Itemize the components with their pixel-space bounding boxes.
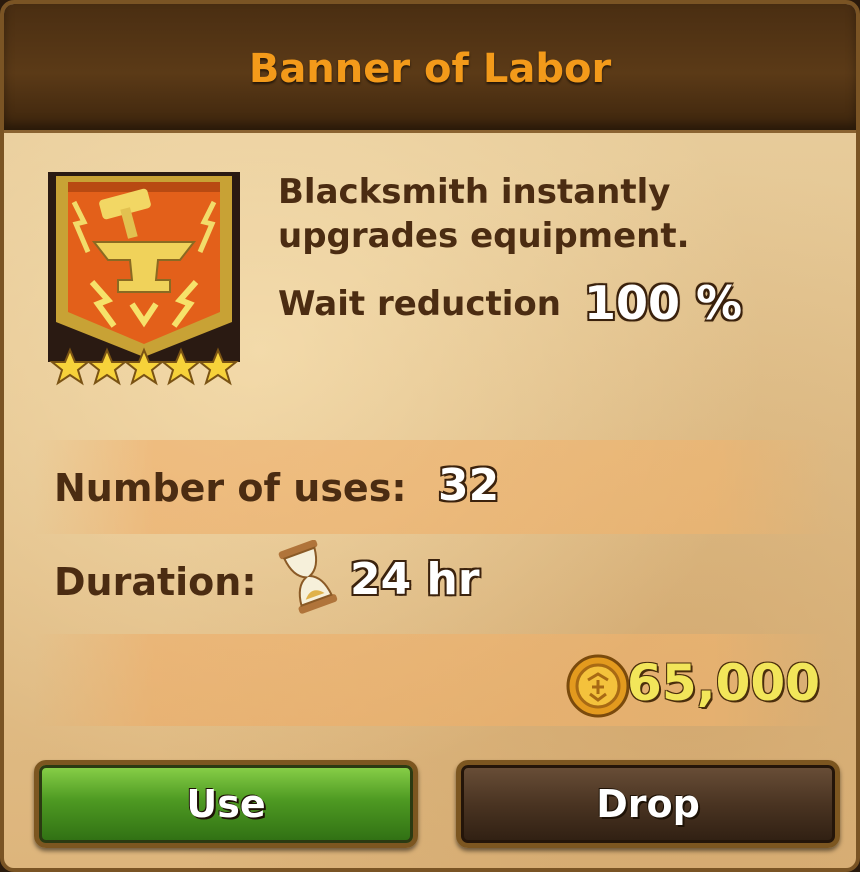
title-bar: Banner of Labor <box>4 4 856 133</box>
duration-label: Duration: <box>54 560 257 604</box>
wait-reduction-label: Wait reduction <box>278 284 561 324</box>
price-value: 65,000 <box>627 654 820 712</box>
duration-value: 24 hr <box>350 554 480 605</box>
hourglass-icon <box>276 539 338 614</box>
description-line-1: Blacksmith instantly <box>278 172 671 212</box>
gold-coin-icon <box>566 654 630 718</box>
uses-label: Number of uses: <box>54 466 407 510</box>
dialog-title: Banner of Labor <box>248 46 612 92</box>
drop-button[interactable]: Drop <box>456 760 840 848</box>
use-button[interactable]: Use <box>34 760 418 848</box>
description-line-2: upgrades equipment. <box>278 216 690 256</box>
item-dialog: Banner of Labor Blacksmith instantly upg… <box>0 0 860 872</box>
banner-anvil-icon <box>48 172 240 394</box>
uses-value: 32 <box>438 460 500 511</box>
item-description: Blacksmith instantly upgrades equipment. <box>278 170 690 258</box>
wait-reduction-value: 100 % <box>584 276 743 330</box>
